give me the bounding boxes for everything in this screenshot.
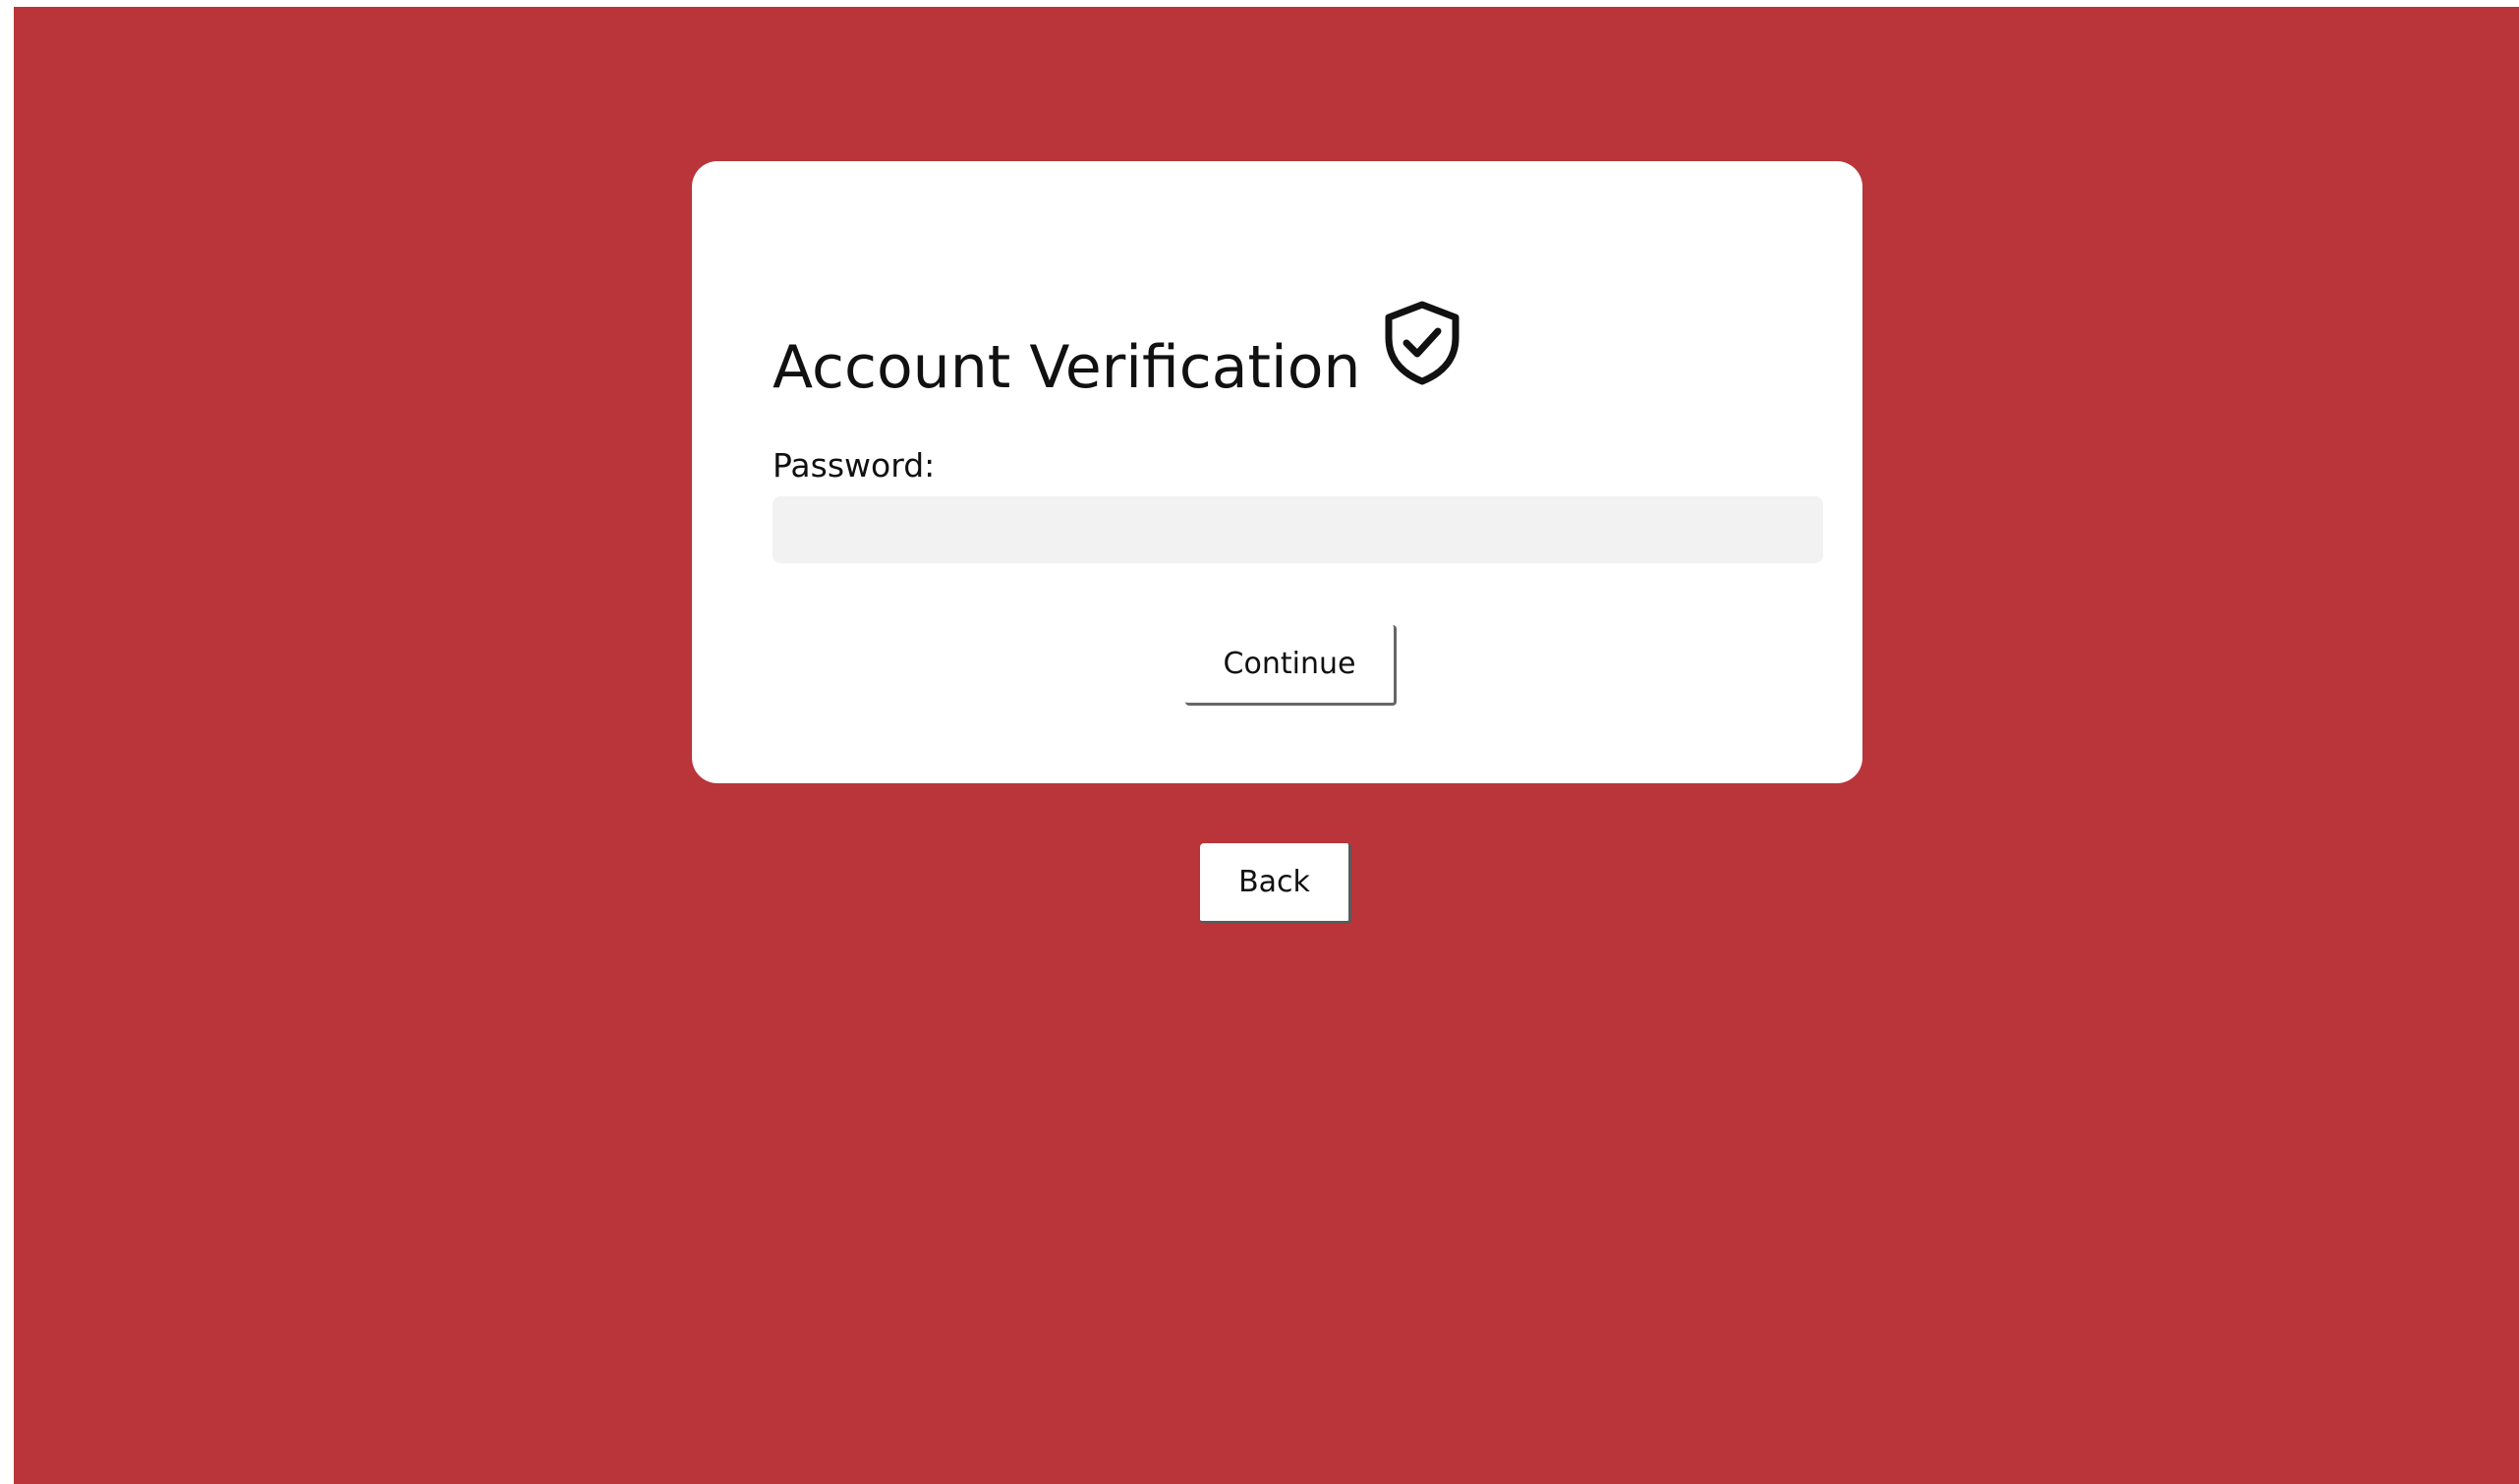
verification-card: Account Verification Password: Continue [692,161,1862,783]
continue-button[interactable]: Continue [1185,625,1397,706]
password-label: Password: [773,446,936,485]
shield-check-icon [1385,301,1460,385]
back-button[interactable]: Back [1200,843,1351,924]
verification-page: Account Verification Password: Continue … [14,7,2519,1484]
password-input[interactable] [773,496,1823,563]
page-title: Account Verification [773,333,1361,402]
title-row: Account Verification [773,299,1360,397]
